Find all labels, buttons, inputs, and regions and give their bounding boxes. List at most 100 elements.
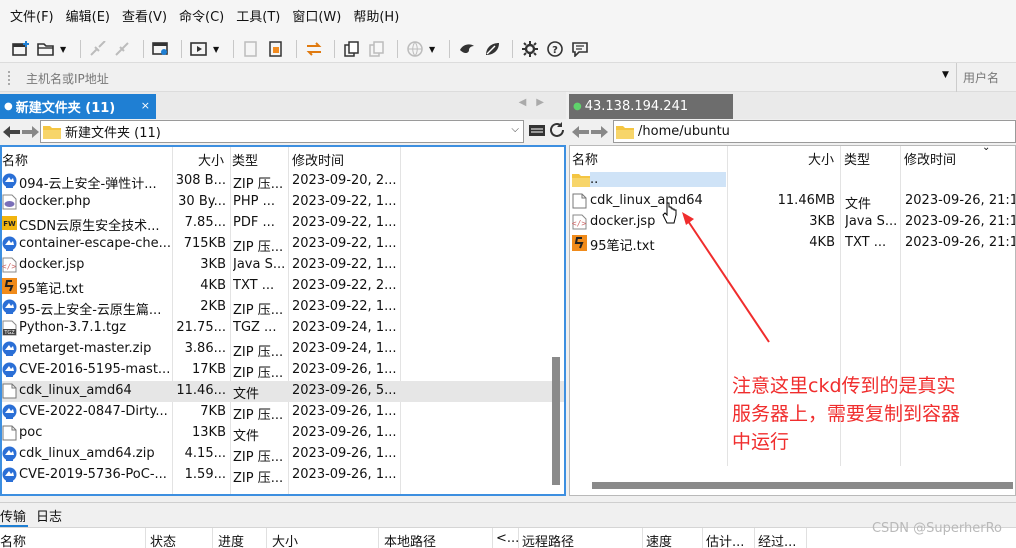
- back-forward-icon[interactable]: [569, 125, 609, 139]
- local-path-tools: [528, 121, 566, 139]
- col-transfer-name[interactable]: 名称: [0, 531, 26, 548]
- remote-path-input[interactable]: /home/ubuntu: [613, 120, 1016, 143]
- globe-dropdown-caret[interactable]: ▼: [429, 45, 437, 54]
- col-size-header[interactable]: 大小: [808, 149, 834, 168]
- refresh-icon[interactable]: [548, 121, 566, 139]
- file-row[interactable]: cdk_linux_amd64 11.46... 文件 2023-09-26, 5..…: [2, 381, 564, 402]
- file-row[interactable]: FW CSDN云原生安全技术... 7.85... PDF ... 2023-09-22…: [2, 213, 564, 234]
- transfer-icon[interactable]: [303, 39, 325, 59]
- col-transfer-size[interactable]: 大小: [272, 531, 298, 548]
- file-name: CVE-2016-5195-mast...: [19, 362, 171, 377]
- file-row[interactable]: CVE-2016-5195-mast... 17KB ZIP 压... 2023-09…: [2, 360, 564, 381]
- annotation-line-1: 注意这里ckd传到的是真实: [732, 375, 956, 397]
- chevron-down-icon[interactable]: ⌵: [511, 124, 519, 135]
- file-row[interactable]: container-escape-che... 715KB ZIP 压... 2023…: [2, 234, 564, 255]
- menu-tools[interactable]: 工具(T): [230, 0, 286, 36]
- globe-icon[interactable]: [404, 39, 426, 59]
- tab-local-folder[interactable]: ● 新建文件夹 (11) ×: [0, 94, 156, 119]
- file-name: CSDN云原生安全技术...: [19, 219, 160, 234]
- chat-icon[interactable]: [569, 39, 591, 59]
- col-type-header[interactable]: 类型: [232, 150, 258, 169]
- new-session-icon[interactable]: [10, 39, 32, 59]
- col-speed[interactable]: 速度: [646, 531, 672, 548]
- local-path-input[interactable]: 新建文件夹 (11) ⌵: [40, 120, 524, 143]
- file-row[interactable]: TGZ Python-3.7.1.tgz 21.75... TGZ ... 2023-0…: [2, 318, 564, 339]
- menu-command[interactable]: 命令(C): [173, 0, 230, 36]
- disconnect-icon[interactable]: [87, 39, 109, 59]
- open-folder-icon[interactable]: [35, 39, 57, 59]
- folder-tree-icon[interactable]: [528, 121, 546, 139]
- username-input[interactable]: 用户名: [956, 63, 1016, 93]
- col-elapsed[interactable]: 经过...: [758, 531, 796, 548]
- col-modified-header[interactable]: 修改时间: [904, 149, 956, 168]
- col-name-header[interactable]: 名称: [2, 150, 28, 169]
- file-name: CVE-2019-5736-PoC-...: [19, 467, 167, 482]
- file-row[interactable]: CVE-2019-5736-PoC-... 1.59... ZIP 压... 2023…: [2, 465, 564, 486]
- col-remote-path[interactable]: 远程路径: [522, 531, 574, 548]
- file-size: 17KB: [192, 362, 226, 377]
- paste-icon[interactable]: [265, 39, 287, 59]
- play-dropdown-caret[interactable]: ▼: [213, 45, 221, 54]
- col-estimate[interactable]: 估计...: [706, 531, 744, 548]
- bird-icon[interactable]: [456, 39, 478, 59]
- file-row[interactable]: 95笔记.txt 4KB TXT ... 2023-09-26, 21:1: [570, 233, 1015, 254]
- remote-tab-row: ● 43.138.194.241: [569, 92, 1016, 119]
- horizontal-scrollbar[interactable]: [592, 482, 1013, 489]
- file-row[interactable]: poc 13KB 文件 2023-09-26, 1...: [2, 423, 564, 444]
- tab-scroll-arrows[interactable]: ◀▶: [519, 97, 554, 108]
- col-transfer-progress[interactable]: 进度: [218, 531, 244, 548]
- duplicate-icon[interactable]: [341, 39, 363, 59]
- open-dropdown-caret[interactable]: ▼: [60, 45, 68, 54]
- file-row[interactable]: ..: [570, 170, 1015, 191]
- file-name: docker.jsp: [19, 257, 85, 272]
- menu-edit[interactable]: 编辑(E): [60, 0, 116, 36]
- file-row[interactable]: 95笔记.txt 4KB TXT ... 2023-09-22, 2...: [2, 276, 564, 297]
- reconnect-icon[interactable]: [112, 39, 134, 59]
- scrollbar-thumb[interactable]: [552, 357, 560, 485]
- file-date: 2023-09-22, 2...: [292, 278, 397, 293]
- help-icon[interactable]: ?: [544, 39, 566, 59]
- file-row[interactable]: </> docker.jsp 3KB Java S... 2023-09-26, 21:…: [570, 212, 1015, 233]
- session-manager-icon[interactable]: [150, 39, 172, 59]
- file-row[interactable]: 094-云上安全-弹性计... 308 B... ZIP 压... 2023-09-2…: [2, 171, 564, 192]
- file-date: 2023-09-24, 1...: [292, 320, 397, 335]
- host-dropdown-caret[interactable]: ▼: [942, 70, 949, 80]
- tab-log[interactable]: 日志: [36, 506, 62, 525]
- file-row[interactable]: cdk_linux_amd64 11.46MB 文件 2023-09-26, 21:1: [570, 191, 1015, 212]
- menu-file[interactable]: 文件(F): [4, 0, 60, 36]
- tab-remote-host[interactable]: ● 43.138.194.241: [569, 94, 733, 119]
- menu-window[interactable]: 窗口(W): [286, 0, 347, 36]
- file-size: 4KB: [809, 235, 835, 250]
- file-row[interactable]: docker.php 30 By... PHP ... 2023-09-22, 1..…: [2, 192, 564, 213]
- host-input[interactable]: 主机名或IP地址: [26, 70, 109, 87]
- file-name: cdk_linux_amd64: [19, 383, 132, 398]
- col-name-header[interactable]: 名称: [572, 149, 598, 168]
- file-row[interactable]: cdk_linux_amd64.zip 4.15... ZIP 压... 2023-0…: [2, 444, 564, 465]
- menu-view[interactable]: 查看(V): [116, 0, 173, 36]
- back-forward-icon[interactable]: [0, 125, 40, 139]
- copy-icon[interactable]: [240, 39, 262, 59]
- gear-icon[interactable]: [519, 39, 541, 59]
- col-type-header[interactable]: 类型: [844, 149, 870, 168]
- tab-transfer[interactable]: 传输: [0, 503, 29, 527]
- mouse-cursor-icon: [662, 202, 677, 224]
- file-type: TXT ...: [845, 235, 887, 250]
- col-local-path[interactable]: 本地路径: [384, 531, 436, 548]
- remote-list-header: 名称 大小 类型 修改时间 ⌄: [570, 142, 1015, 168]
- file-date: 2023-09-22, 1...: [292, 236, 397, 251]
- file-row[interactable]: 95-云上安全-云原生篇... 2KB ZIP 压... 2023-09-22, 1.…: [2, 297, 564, 318]
- leaf-icon[interactable]: [481, 39, 503, 59]
- close-icon[interactable]: ×: [141, 99, 150, 112]
- file-row[interactable]: metarget-master.zip 3.86... ZIP 压... 2023-0…: [2, 339, 564, 360]
- clipboard-icon[interactable]: [366, 39, 388, 59]
- file-date: 2023-09-22, 1...: [292, 194, 397, 209]
- col-size-header[interactable]: 大小: [198, 150, 224, 169]
- menu-help[interactable]: 帮助(H): [347, 0, 405, 36]
- file-row[interactable]: </> docker.jsp 3KB Java S... 2023-09-22, 1..…: [2, 255, 564, 276]
- col-modified-header[interactable]: 修改时间: [292, 150, 344, 169]
- file-row[interactable]: CVE-2022-0847-Dirty... 7KB ZIP 压... 2023-09…: [2, 402, 564, 423]
- transfer-tabs: 传输 日志: [0, 502, 1016, 527]
- play-icon[interactable]: [188, 39, 210, 59]
- col-direction[interactable]: <...: [496, 531, 519, 546]
- col-transfer-status[interactable]: 状态: [150, 531, 176, 548]
